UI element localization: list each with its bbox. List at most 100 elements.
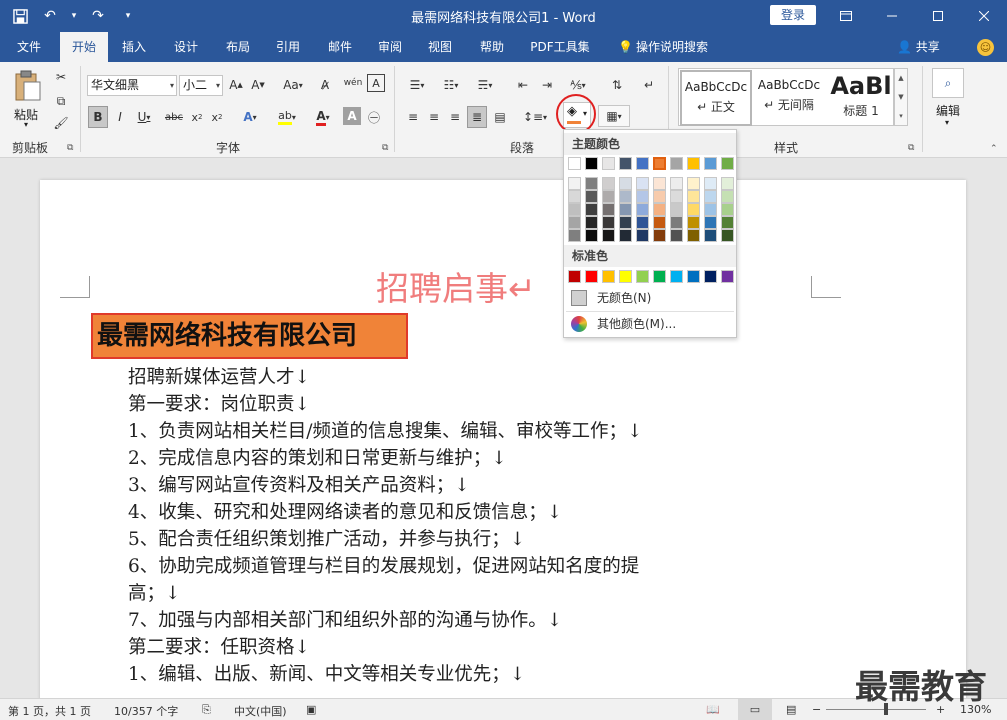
standard-color-swatch[interactable] [687, 270, 700, 283]
theme-shade-swatch[interactable] [602, 216, 615, 229]
tab-pdf-tools[interactable]: PDF工具集 [522, 32, 598, 62]
theme-shade-swatch[interactable] [568, 203, 581, 216]
standard-color-swatch[interactable] [585, 270, 598, 283]
sort-icon[interactable]: ⇅ [606, 74, 628, 96]
theme-shade-swatch[interactable] [568, 216, 581, 229]
tab-home[interactable]: 开始 [60, 32, 108, 62]
tab-review[interactable]: 审阅 [368, 32, 412, 62]
zoom-out-icon[interactable]: − [812, 703, 821, 716]
theme-shade-swatch[interactable] [670, 216, 683, 229]
editing-button[interactable]: ⌕ 编辑 ▾ [930, 68, 968, 132]
theme-shade-swatch[interactable] [636, 177, 649, 190]
body-line[interactable]: 1、编辑、出版、新闻、中文等相关专业优先；↓ [128, 661, 748, 688]
subscript-button[interactable]: x2 [188, 106, 206, 128]
standard-color-swatch[interactable] [721, 270, 734, 283]
grow-font-icon[interactable]: A ▲ [226, 74, 246, 96]
no-color-item[interactable]: 无颜色(N) [564, 286, 736, 310]
bold-button[interactable]: B [88, 106, 108, 128]
theme-shade-swatch[interactable] [636, 190, 649, 203]
page-count[interactable]: 第 1 页，共 1 页 [8, 703, 91, 719]
standard-color-swatch[interactable] [636, 270, 649, 283]
body-line[interactable]: 6、协助完成频道管理与栏目的发展规划，促进网站知名度的提 [128, 553, 748, 580]
theme-shade-swatch[interactable] [602, 190, 615, 203]
theme-shade-swatch[interactable] [619, 177, 632, 190]
feedback-smiley-icon[interactable]: ☺ [977, 39, 994, 56]
theme-shade-swatch[interactable] [670, 177, 683, 190]
tab-layout[interactable]: 布局 [216, 32, 260, 62]
theme-shade-swatch[interactable] [721, 203, 734, 216]
tab-references[interactable]: 引用 [266, 32, 310, 62]
show-marks-icon[interactable]: ↵ [638, 74, 660, 96]
theme-shade-swatch[interactable] [670, 203, 683, 216]
styles-dialog-launcher-icon[interactable]: ⧉ [908, 143, 914, 153]
save-icon[interactable] [8, 4, 32, 28]
style-no-spacing[interactable]: AaBbCcDc ↵ 无间隔 [753, 70, 825, 126]
theme-shade-swatch[interactable] [721, 190, 734, 203]
body-line[interactable]: 高；↓ [128, 580, 748, 607]
word-count[interactable]: 10/357 个字 [114, 703, 178, 719]
font-size-combo[interactable]: 小二 ▾ [179, 75, 223, 96]
theme-shade-swatch[interactable] [619, 229, 632, 242]
theme-shade-swatch[interactable] [687, 177, 700, 190]
theme-shade-swatch[interactable] [670, 229, 683, 242]
enclose-characters-icon[interactable]: ㊀ [364, 106, 384, 128]
body-line[interactable]: 7、加强与内部相关部门和组织外部的沟通与协作。↓ [128, 607, 748, 634]
theme-color-swatch[interactable] [585, 157, 598, 170]
theme-shade-swatch[interactable] [704, 203, 717, 216]
undo-icon[interactable]: ↶ [38, 4, 62, 28]
align-right-icon[interactable]: ≡ [446, 106, 464, 128]
chevron-up-icon[interactable]: ▲ [895, 69, 907, 88]
phonetic-guide-button[interactable]: wén [341, 72, 365, 94]
body-line[interactable]: 第二要求：任职资格↓ [128, 634, 748, 661]
theme-shade-swatch[interactable] [721, 229, 734, 242]
standard-color-swatch[interactable] [653, 270, 666, 283]
distributed-icon[interactable]: ▤ [490, 106, 510, 128]
theme-color-swatch[interactable] [619, 157, 632, 170]
numbering-icon[interactable]: ☷ ▾ [436, 74, 466, 96]
font-dialog-launcher-icon[interactable]: ⧉ [382, 143, 388, 153]
format-painter-icon[interactable]: 🖌 [52, 112, 70, 134]
document-body[interactable]: 招聘新媒体运营人才↓ 第一要求：岗位职责↓ 1、负责网站相关栏目/频道的信息搜集… [128, 364, 748, 688]
theme-shade-swatch[interactable] [653, 203, 666, 216]
theme-shade-swatch[interactable] [568, 229, 581, 242]
theme-color-swatch[interactable] [653, 157, 666, 170]
theme-shade-swatch[interactable] [721, 216, 734, 229]
shrink-font-icon[interactable]: A ▼ [248, 74, 268, 96]
theme-shade-swatch[interactable] [704, 216, 717, 229]
body-line[interactable]: 5、配合责任组织策划推广活动，并参与执行；↓ [128, 526, 748, 553]
theme-shade-swatch[interactable] [721, 177, 734, 190]
theme-shade-swatch[interactable] [585, 190, 598, 203]
body-line[interactable]: 招聘新媒体运营人才↓ [128, 364, 748, 391]
theme-shade-swatch[interactable] [670, 190, 683, 203]
zoom-slider[interactable] [826, 709, 926, 710]
theme-shade-swatch[interactable] [704, 190, 717, 203]
tab-mailings[interactable]: 邮件 [318, 32, 362, 62]
standard-color-swatch[interactable] [670, 270, 683, 283]
theme-shade-swatch[interactable] [687, 216, 700, 229]
font-name-combo[interactable]: 华文细黑 ▾ [87, 75, 177, 96]
chevron-down-icon[interactable]: ▼ [895, 88, 907, 107]
maximize-icon[interactable] [915, 0, 961, 32]
theme-shade-swatch[interactable] [568, 177, 581, 190]
chevron-down-icon[interactable]: ▾ [68, 4, 80, 28]
theme-color-swatch[interactable] [670, 157, 683, 170]
theme-shade-swatch[interactable] [636, 216, 649, 229]
theme-shade-swatch[interactable] [585, 216, 598, 229]
redo-icon[interactable]: ↷ [86, 4, 110, 28]
style-normal[interactable]: AaBbCcDc ↵ 正文 [680, 70, 752, 126]
strikethrough-button[interactable]: abc [162, 106, 186, 128]
theme-shade-swatch[interactable] [636, 203, 649, 216]
bullets-icon[interactable]: ☰ ▾ [402, 74, 432, 96]
line-spacing-icon[interactable]: ↕≡ ▾ [520, 106, 550, 128]
align-center-icon[interactable]: ≡ [425, 106, 443, 128]
tab-file[interactable]: 文件 [8, 32, 50, 62]
char-border-button[interactable]: A [367, 74, 385, 92]
share-button[interactable]: 👤 共享 [897, 32, 940, 62]
clear-format-icon[interactable]: A̷ [314, 74, 336, 96]
multilevel-list-icon[interactable]: ☴ ▾ [470, 74, 500, 96]
theme-shade-swatch[interactable] [704, 177, 717, 190]
standard-color-swatch[interactable] [619, 270, 632, 283]
tab-tell-me[interactable]: 💡 操作说明搜索 [614, 32, 724, 62]
standard-color-swatch[interactable] [704, 270, 717, 283]
theme-shade-swatch[interactable] [585, 229, 598, 242]
